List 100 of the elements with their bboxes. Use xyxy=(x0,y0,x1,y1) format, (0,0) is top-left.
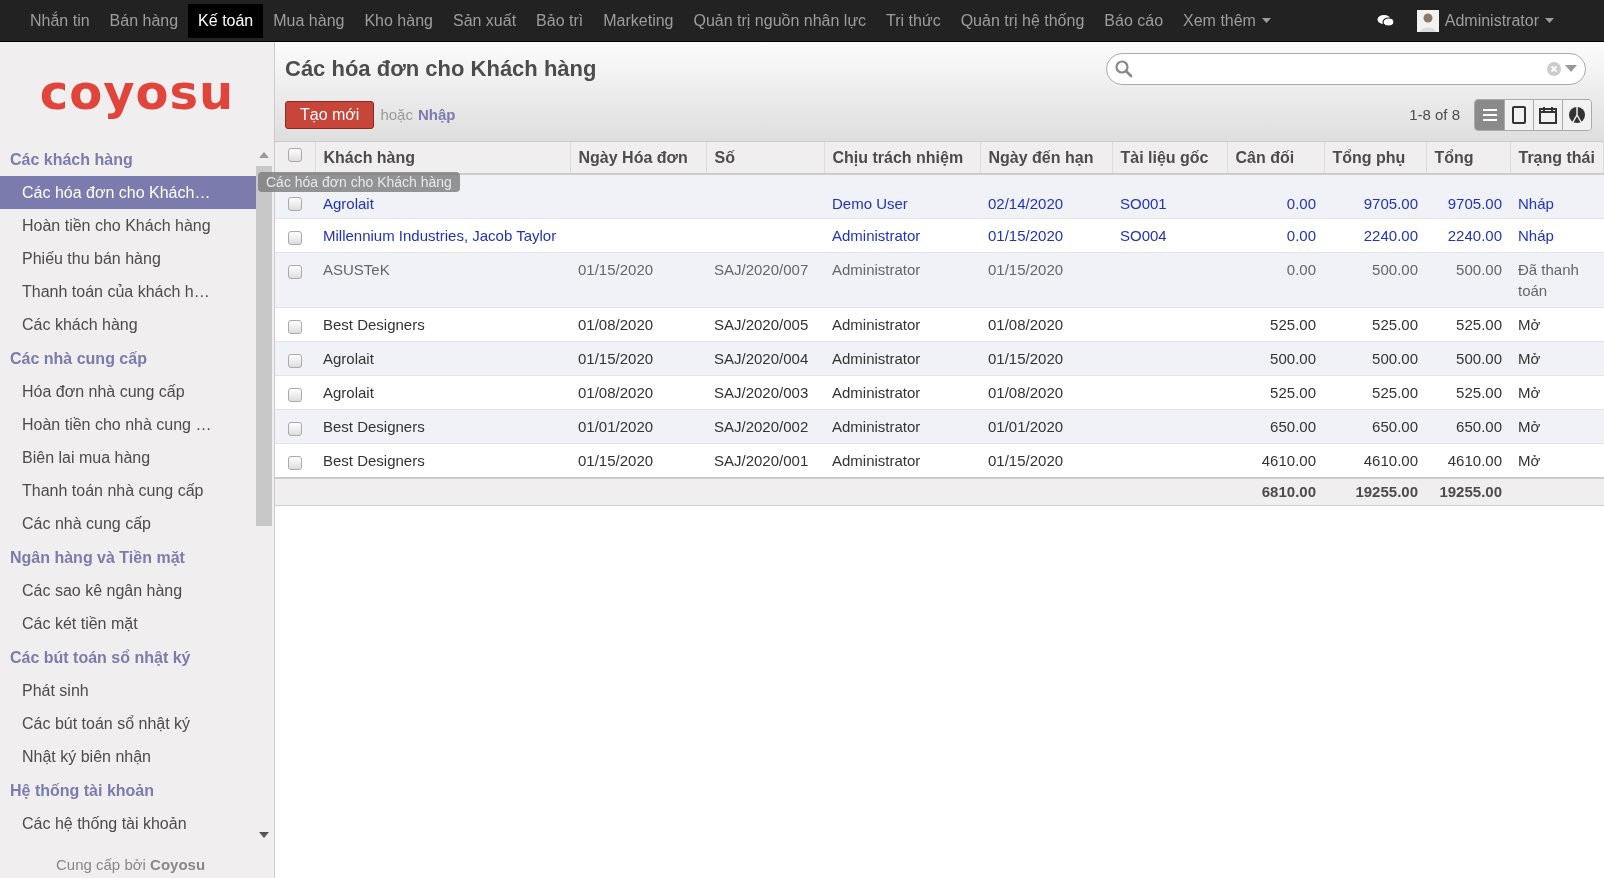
avatar-icon xyxy=(1416,9,1439,32)
calendar-view-button[interactable] xyxy=(1533,100,1562,130)
menu-item[interactable]: Quản trị nguồn nhân lực xyxy=(683,3,877,38)
table-cell: 01/08/2020 xyxy=(578,383,654,401)
table-cell: SAJ/2020/007 xyxy=(714,260,809,278)
column-header[interactable]: Ngày đến hạn xyxy=(980,142,1112,174)
caret-icon[interactable] xyxy=(1565,64,1577,73)
table-cell[interactable]: Nháp xyxy=(1518,195,1554,212)
menu-item[interactable]: Quản trị hệ thống xyxy=(950,3,1095,38)
table-cell[interactable]: 2240.00 xyxy=(1363,226,1418,244)
chat-icon[interactable] xyxy=(1376,13,1395,28)
clear-icon[interactable] xyxy=(1547,61,1561,76)
table-cell: 01/01/2020 xyxy=(988,417,1064,435)
sidebar-item[interactable]: Thanh toán nhà cung cấp xyxy=(0,474,256,507)
sidebar-item[interactable]: Các két tiền mặt xyxy=(0,607,256,640)
pager-text: 1-8 of 8 xyxy=(1409,104,1460,125)
graph-view-button[interactable] xyxy=(1562,100,1591,130)
column-header[interactable]: Tài liệu gốc xyxy=(1112,142,1227,174)
column-header[interactable]: Ngày Hóa đơn xyxy=(570,142,706,174)
table-cell: 650.00 xyxy=(1456,417,1502,435)
powered-by-text: Cung cấp bởi Coyosu xyxy=(56,854,206,875)
table-cell: Mở xyxy=(1518,451,1541,469)
checkbox[interactable] xyxy=(288,421,302,436)
table-cell[interactable]: Millennium Industries, Jacob Taylor xyxy=(323,226,557,244)
menu-item[interactable]: Kế toán xyxy=(188,3,264,38)
column-header[interactable]: Chịu trách nhiệm xyxy=(824,142,980,174)
sidebar-item[interactable]: Phiếu thu bán hàng xyxy=(0,242,256,275)
total-cell: 19255.00 xyxy=(1355,482,1418,500)
column-header[interactable]: Trạng thái xyxy=(1510,142,1604,174)
sidebar-item[interactable]: Các bút toán sổ nhật ký xyxy=(0,707,256,740)
table-cell: 01/15/2020 xyxy=(988,260,1064,278)
table-cell: 500.00 xyxy=(1456,260,1502,278)
form-view-button[interactable] xyxy=(1504,100,1533,130)
sidebar-item[interactable]: Các hóa đơn cho Khách… xyxy=(0,176,256,209)
sidebar-item[interactable]: Các nhà cung cấp xyxy=(0,507,256,540)
menu-item[interactable]: Bán hàng xyxy=(99,3,189,38)
table-cell[interactable]: 02/14/2020 xyxy=(988,195,1064,212)
menu-item[interactable]: Báo cáo xyxy=(1094,3,1174,38)
table-cell[interactable]: Nháp xyxy=(1518,226,1554,244)
checkbox[interactable] xyxy=(288,230,302,245)
sidebar-item[interactable]: Biên lai mua hàng xyxy=(0,441,256,474)
checkbox[interactable] xyxy=(288,353,302,368)
view-switcher[interactable] xyxy=(1474,99,1592,131)
table-cell[interactable]: Demo User xyxy=(832,195,908,212)
tooltip: Các hóa đơn cho Khách hàng xyxy=(258,172,460,192)
checkbox[interactable] xyxy=(288,455,302,470)
user-menu[interactable]: Administrator xyxy=(1416,8,1554,33)
sidebar-item[interactable]: Các sao kê ngân hàng xyxy=(0,574,256,607)
menu-item[interactable]: Sản xuất xyxy=(442,3,527,38)
graph-icon xyxy=(1567,105,1587,125)
sidebar-item[interactable]: Thanh toán của khách h… xyxy=(0,275,256,308)
table-cell[interactable]: 9705.00 xyxy=(1363,195,1418,212)
sidebar-item[interactable]: Phát sinh xyxy=(0,674,256,707)
checkbox[interactable] xyxy=(288,197,302,211)
sidebar-item[interactable]: Hóa đơn nhà cung cấp xyxy=(0,375,256,408)
table-cell[interactable]: 2240.00 xyxy=(1447,226,1502,244)
column-header[interactable]: Tổng phụ xyxy=(1324,142,1426,174)
table-cell: 500.00 xyxy=(1372,349,1418,367)
search-field[interactable] xyxy=(1106,52,1586,85)
table-cell[interactable]: 01/15/2020 xyxy=(988,226,1064,244)
column-header[interactable]: Tổng xyxy=(1426,142,1510,174)
menu-item[interactable]: Tri thức xyxy=(876,3,951,38)
sidebar-item[interactable]: Nhật ký biên nhận xyxy=(0,740,256,773)
menu-item[interactable]: Nhắn tin xyxy=(20,3,100,38)
table-cell: Đã thanh toán xyxy=(1518,260,1579,299)
table-cell[interactable]: SO004 xyxy=(1120,226,1167,244)
table-cell[interactable]: 0.00 xyxy=(1286,195,1316,212)
table-cell: SAJ/2020/002 xyxy=(714,417,809,435)
sidebar-item[interactable]: Hoàn tiền cho Khách hàng xyxy=(0,209,256,242)
table-cell: 4610.00 xyxy=(1363,451,1418,469)
table-cell[interactable]: Administrator xyxy=(832,226,921,244)
menu-item[interactable]: Mua hàng xyxy=(263,3,355,38)
sidebar-item[interactable]: Các hệ thống tài khoản xyxy=(0,807,256,840)
create-button[interactable]: Tạo mới xyxy=(285,101,375,129)
table-cell[interactable]: SO001 xyxy=(1120,195,1167,212)
checkbox[interactable] xyxy=(288,264,302,279)
table-cell: 0.00 xyxy=(1286,260,1316,278)
sidebar-item[interactable]: Các khách hàng xyxy=(0,308,256,341)
table-cell: SAJ/2020/001 xyxy=(714,451,809,469)
table-cell[interactable]: 0.00 xyxy=(1286,226,1316,244)
checkbox[interactable] xyxy=(287,148,302,163)
more-menu[interactable]: Xem thêm xyxy=(1173,8,1281,33)
table-cell[interactable]: Agrolait xyxy=(323,195,374,212)
menu-item[interactable]: Bảo trì xyxy=(526,3,594,38)
sidebar-item[interactable]: Hoàn tiền cho nhà cung … xyxy=(0,408,256,441)
column-header[interactable]: Số xyxy=(706,142,824,174)
checkbox[interactable] xyxy=(288,319,302,334)
column-header[interactable]: Cân đối xyxy=(1227,142,1324,174)
table-cell: 525.00 xyxy=(1456,315,1502,333)
column-header[interactable]: Khách hàng xyxy=(315,142,570,174)
table-cell: 01/15/2020 xyxy=(988,451,1064,469)
menu-item[interactable]: Marketing xyxy=(593,3,684,38)
table-cell[interactable]: 9705.00 xyxy=(1447,195,1502,212)
table-cell: Mở xyxy=(1518,417,1541,435)
table-cell: 525.00 xyxy=(1270,383,1316,401)
table-cell: 01/08/2020 xyxy=(578,315,654,333)
checkbox[interactable] xyxy=(288,387,302,402)
menu-item[interactable]: Kho hàng xyxy=(354,3,443,38)
form-icon xyxy=(1509,105,1529,125)
table-cell: 01/08/2020 xyxy=(988,383,1064,401)
